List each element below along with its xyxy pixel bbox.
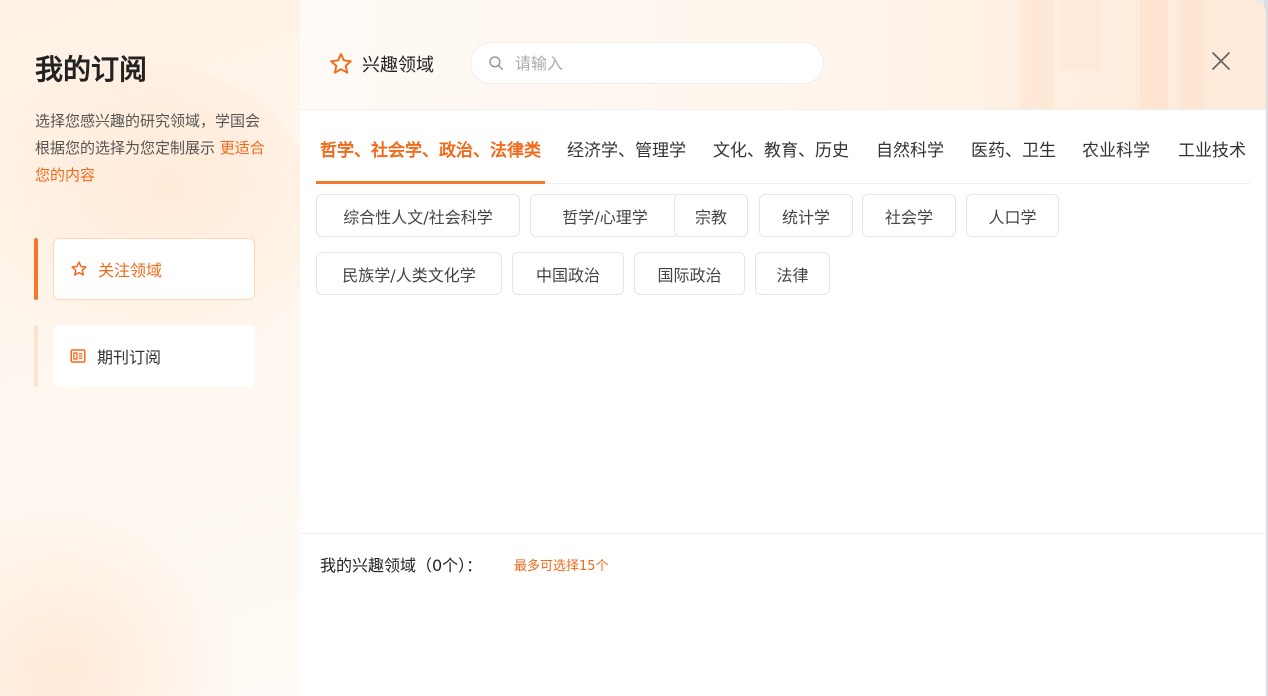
sidebar-inactive-indicator xyxy=(34,325,38,387)
chip-comprehensive-humanities[interactable]: 综合性人文/社会科学 xyxy=(316,194,520,237)
chip-philosophy-psychology[interactable]: 哲学/心理学 xyxy=(530,194,680,237)
chip-law[interactable]: 法律 xyxy=(755,252,830,295)
main-panel: 兴趣领域 哲学、社会学、政治、法律类 经济学、管理学 文化、教育、历史 自然科学… xyxy=(300,0,1266,696)
tab-economics-management[interactable]: 经济学、管理学 xyxy=(567,136,686,161)
chip-religion[interactable]: 宗教 xyxy=(674,194,748,237)
star-icon xyxy=(70,260,88,278)
sidebar-item-focus-areas[interactable]: 关注领域 xyxy=(53,238,255,300)
sidebar-item-label: 关注领域 xyxy=(98,261,163,280)
tab-philosophy-sociology-politics-law[interactable]: 哲学、社会学、政治、法律类 xyxy=(320,136,541,161)
header-decoration xyxy=(1140,0,1168,109)
close-icon[interactable] xyxy=(1210,50,1232,72)
sidebar-item-label: 期刊订阅 xyxy=(97,348,162,367)
chip-statistics[interactable]: 统计学 xyxy=(759,194,853,237)
panel-header: 兴趣领域 xyxy=(300,0,1266,110)
my-interests-label: 我的兴趣领域（0个）： xyxy=(320,556,483,575)
selection-limit-hint: 最多可选择15个 xyxy=(514,559,609,574)
chip-chinese-politics[interactable]: 中国政治 xyxy=(512,252,624,295)
tab-industrial-technology[interactable]: 工业技术 xyxy=(1178,136,1246,161)
header-decoration xyxy=(1020,0,1054,109)
sidebar-item-journal-subscription[interactable]: 期刊订阅 xyxy=(53,325,255,387)
chip-demography[interactable]: 人口学 xyxy=(966,194,1059,237)
search-input[interactable] xyxy=(515,53,805,73)
category-tabs: 哲学、社会学、政治、法律类 经济学、管理学 文化、教育、历史 自然科学 医药、卫… xyxy=(316,110,1250,184)
section-divider xyxy=(300,533,1266,534)
tab-agricultural-science[interactable]: 农业科学 xyxy=(1082,136,1150,161)
star-icon xyxy=(328,51,354,77)
chip-ethnology-anthropology[interactable]: 民族学/人类文化学 xyxy=(316,252,502,295)
sidebar-active-indicator xyxy=(34,238,38,300)
subscription-modal: 我的订阅 选择您感兴趣的研究领域，学国会根据您的选择为您定制展示 更适合您的内容… xyxy=(0,0,1266,696)
header-decoration xyxy=(1180,0,1204,109)
search-box xyxy=(470,42,824,84)
header-decoration xyxy=(1060,0,1100,70)
panel-title: 兴趣领域 xyxy=(362,55,434,76)
sidebar-description: 选择您感兴趣的研究领域，学国会根据您的选择为您定制展示 更适合您的内容 xyxy=(35,108,265,189)
chip-international-politics[interactable]: 国际政治 xyxy=(634,252,745,295)
tab-natural-science[interactable]: 自然科学 xyxy=(876,136,944,161)
active-tab-underline xyxy=(316,181,545,184)
tab-medicine-health[interactable]: 医药、卫生 xyxy=(971,136,1056,161)
chip-sociology[interactable]: 社会学 xyxy=(862,194,956,237)
search-icon xyxy=(487,54,505,72)
sidebar: 我的订阅 选择您感兴趣的研究领域，学国会根据您的选择为您定制展示 更适合您的内容… xyxy=(0,0,300,696)
tab-culture-education-history[interactable]: 文化、教育、历史 xyxy=(713,136,849,161)
sidebar-title: 我的订阅 xyxy=(35,53,148,86)
journal-icon xyxy=(69,347,87,365)
